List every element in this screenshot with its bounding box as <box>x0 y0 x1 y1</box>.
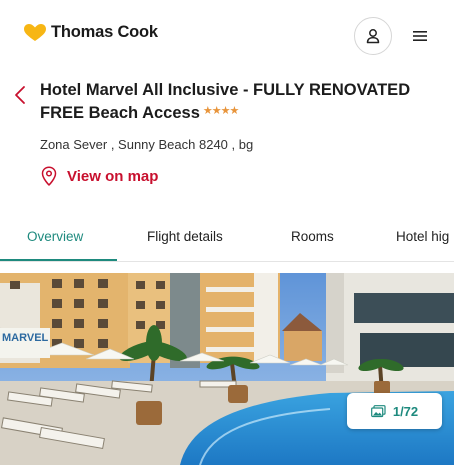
star-rating: ★★★★ <box>202 105 239 117</box>
photo-gallery-icon <box>370 404 386 417</box>
tab-rooms[interactable]: Rooms <box>291 229 334 244</box>
heart-logo-icon <box>24 23 46 41</box>
photo-gallery-button[interactable]: 1/72 <box>347 393 442 429</box>
user-icon <box>366 29 380 44</box>
map-pin-icon <box>41 166 57 186</box>
hotel-address: Zona Sever , Sunny Beach 8240 , bg <box>40 137 254 152</box>
photo-counter: 1/72 <box>392 403 419 419</box>
view-on-map-link[interactable]: View on map <box>40 166 158 186</box>
chevron-left-icon <box>15 86 25 104</box>
back-button[interactable] <box>10 84 30 106</box>
hamburger-menu-icon <box>413 31 427 41</box>
site-header: Thomas Cook <box>0 0 454 72</box>
tab-overview[interactable]: Overview <box>27 229 83 244</box>
view-on-map-label: View on map <box>67 167 159 185</box>
brand-name: Thomas Cook <box>51 23 158 41</box>
brand-logo[interactable]: Thomas Cook <box>24 23 158 42</box>
tab-flight-details[interactable]: Flight details <box>147 229 223 244</box>
hotel-photo[interactable]: MARVEL 1/72 <box>0 273 454 465</box>
hotel-tabs: Overview Flight details Rooms Hotel hig <box>0 217 454 262</box>
account-button[interactable] <box>354 17 392 55</box>
active-tab-indicator <box>0 259 117 261</box>
hotel-photo-image: MARVEL <box>0 273 454 465</box>
photo-sign-text: MARVEL <box>2 332 49 344</box>
hotel-title: Hotel Marvel All Inclusive - FULLY RENOV… <box>40 80 440 124</box>
menu-button[interactable] <box>408 24 432 48</box>
tab-hotel-highlights[interactable]: Hotel hig <box>396 229 449 244</box>
